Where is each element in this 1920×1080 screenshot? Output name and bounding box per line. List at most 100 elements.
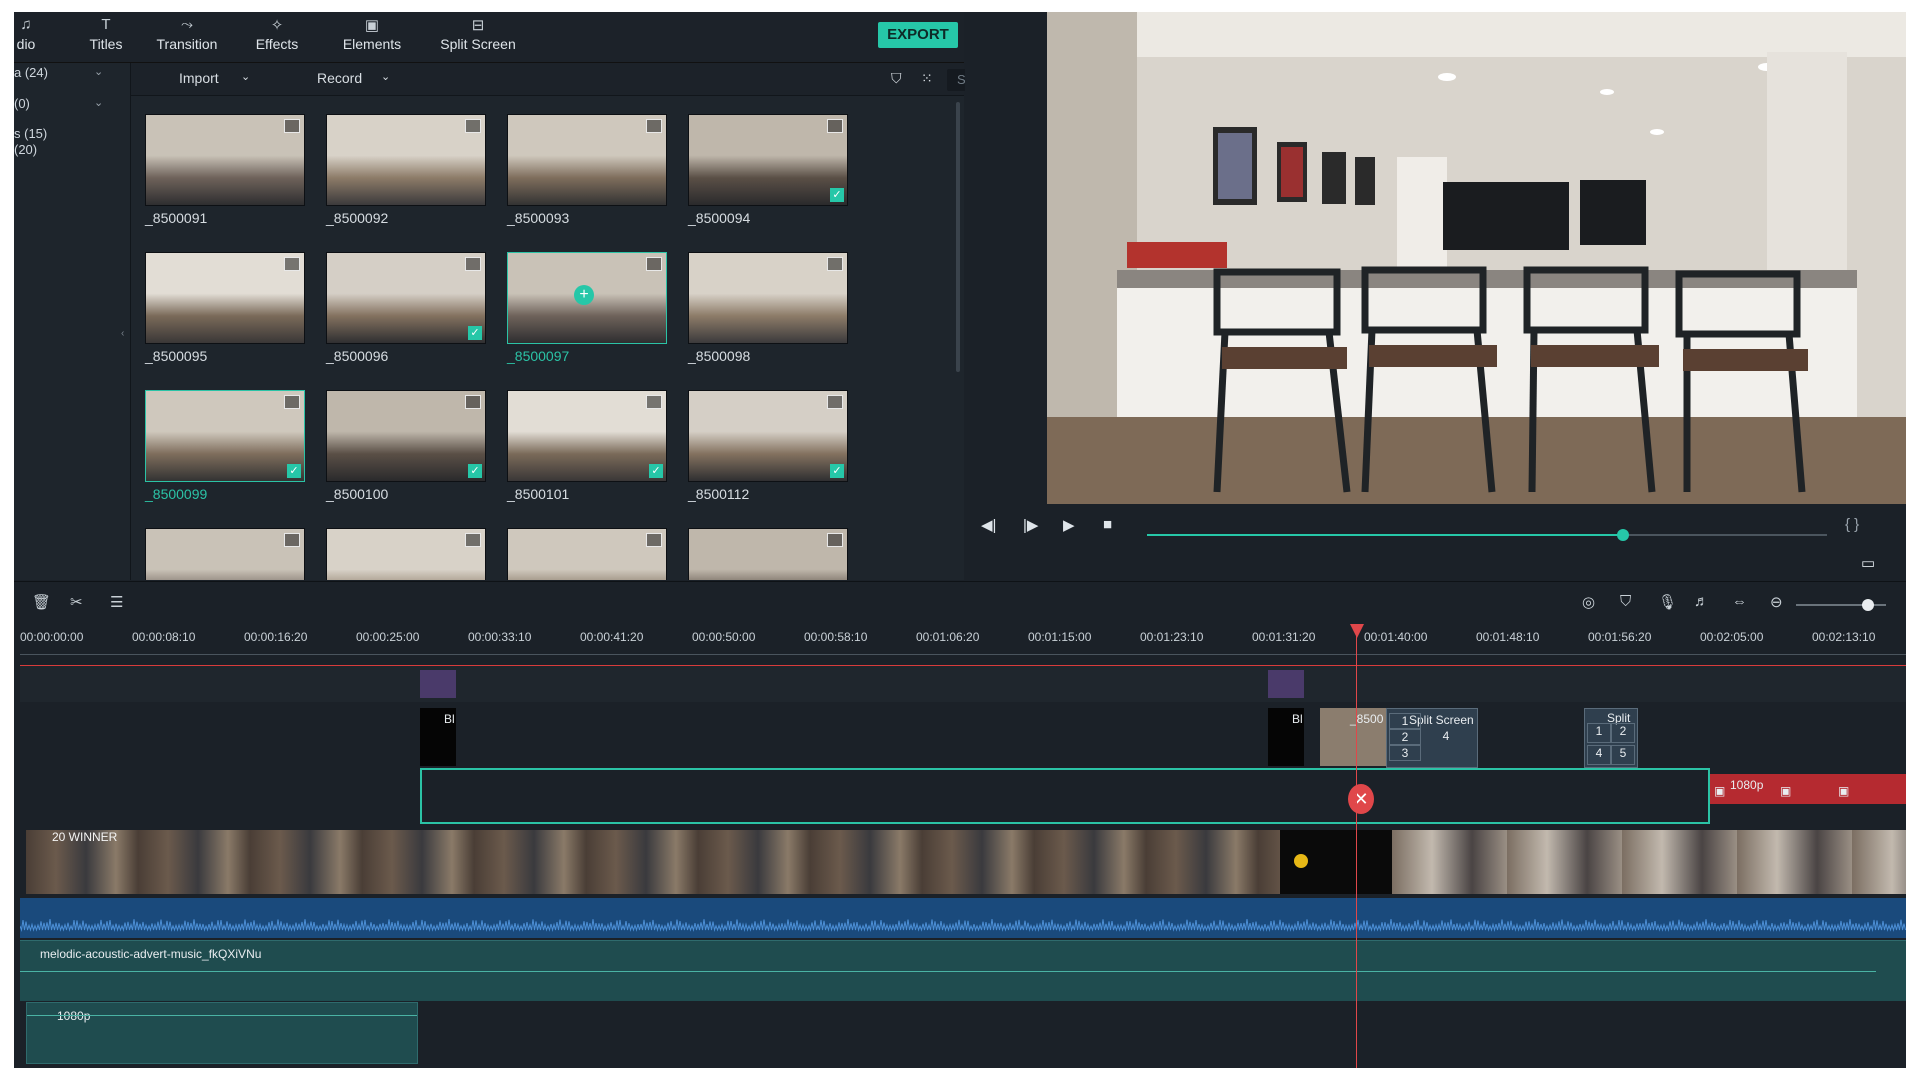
media-thumbnail[interactable] [326, 528, 486, 580]
cut-icon[interactable]: ✂ [70, 593, 83, 611]
chevron-down-icon[interactable]: ⌄ [241, 70, 250, 83]
category-item[interactable]: (0) ⌄ [14, 96, 103, 111]
tab-audio[interactable]: ♫ dio [14, 16, 38, 52]
video-clip[interactable] [1392, 830, 1906, 894]
thumbnail-image [327, 529, 485, 580]
tab-split-screen[interactable]: ⊟ Split Screen [428, 16, 528, 52]
media-thumbnail[interactable]: ✓ [326, 390, 486, 482]
category-item[interactable]: s (15) [14, 126, 47, 141]
track-bottom[interactable]: 1080p [20, 1002, 1906, 1064]
black-clip[interactable]: Bl [1268, 708, 1304, 766]
chevron-down-icon[interactable]: ⌄ [381, 70, 390, 83]
image-clip[interactable]: _8500 [1320, 708, 1386, 766]
checkmark-icon: ✓ [649, 464, 663, 478]
ruler-tick-label: 00:00:16:20 [244, 630, 308, 644]
volume-line[interactable] [27, 1015, 417, 1016]
media-thumbnail[interactable]: ✓ [145, 390, 305, 482]
add-icon[interactable]: + [574, 285, 594, 305]
display-settings-icon[interactable]: ▭ [1861, 554, 1875, 572]
music-track[interactable]: melodic-acoustic-advert-music_fkQXiVNu [20, 940, 1906, 1001]
mark-in-out[interactable]: { } [1845, 516, 1859, 533]
thumbnail-image [508, 115, 666, 205]
transition-clip[interactable] [420, 670, 456, 698]
black-clip[interactable]: Bl [420, 708, 456, 766]
transition-clip[interactable] [1268, 670, 1304, 698]
media-thumbnail[interactable]: ✓ [688, 114, 848, 206]
media-thumbnail[interactable] [145, 252, 305, 344]
overlay-clip[interactable]: 1080p [26, 1002, 418, 1064]
timeline-ruler[interactable]: 00:00:00:00 00:00:08:10 00:00:16:20 00:00:2… [20, 630, 1906, 660]
stop-icon[interactable]: ■ [1103, 516, 1112, 533]
zoom-slider-handle[interactable] [1862, 599, 1874, 611]
audio-mixer-icon[interactable]: ♬ [1694, 593, 1709, 610]
split-screen-clip[interactable]: Split Screen 1 2 3 4 [1386, 708, 1478, 768]
tab-titles[interactable]: T Titles [76, 16, 136, 52]
media-thumbnail[interactable] [326, 114, 486, 206]
render-icon[interactable]: ◎ [1582, 593, 1595, 611]
import-dropdown[interactable]: Import [179, 70, 219, 86]
chevron-down-icon[interactable]: ⌄ [94, 65, 103, 78]
progress-handle[interactable] [1617, 529, 1629, 541]
fit-icon[interactable]: ⇔ [1732, 593, 1747, 610]
media-thumbnail[interactable] [688, 252, 848, 344]
track-1[interactable] [20, 666, 1906, 702]
media-thumbnail[interactable]: + [507, 252, 667, 344]
media-name: _8500094 [688, 210, 751, 226]
logo-clip[interactable] [1280, 830, 1392, 894]
title-clip[interactable]: 1080p ▣ ▣ ▣ [1710, 774, 1906, 804]
track-2[interactable]: Bl Bl _8500 Split Screen 1 2 3 4 Split 1… [20, 704, 1906, 768]
media-thumbnail[interactable] [145, 114, 305, 206]
tab-elements[interactable]: ▣ Elements [332, 16, 412, 52]
ruler-tick-label: 00:00:33:10 [468, 630, 532, 644]
chevron-down-icon[interactable]: ⌄ [94, 96, 103, 109]
playback-progress[interactable] [1147, 529, 1827, 541]
volume-line[interactable] [20, 971, 1876, 972]
media-thumbnail[interactable]: ✓ [507, 390, 667, 482]
export-button[interactable]: EXPORT [878, 22, 958, 48]
media-thumbnail[interactable] [507, 528, 667, 580]
zoom-out-icon[interactable]: ⊖ [1770, 593, 1783, 611]
next-frame-icon[interactable]: |▶ [1023, 516, 1038, 534]
image-type-icon [465, 257, 481, 271]
audio-waveform-track[interactable] [19, 898, 1906, 938]
tab-effects[interactable]: ✧ Effects [242, 16, 312, 52]
track-3[interactable]: 1080p ▣ ▣ ▣ ✕ [20, 768, 1906, 828]
adjust-icon[interactable]: ☰ [110, 593, 123, 611]
category-item[interactable]: a (24) ⌄ [14, 65, 103, 80]
ruler-tick-label: 00:00:08:10 [132, 630, 196, 644]
split-marker-icon[interactable]: ✕ [1348, 784, 1374, 814]
media-thumbnail[interactable] [507, 114, 667, 206]
video-editor-app: ♫ dio T Titles ⤳ Transition ✧ Effects ▣ … [14, 12, 1906, 1068]
media-thumbnail[interactable] [145, 528, 305, 580]
microphone-icon[interactable]: 🎙 [1658, 593, 1677, 611]
record-dropdown[interactable]: Record [317, 70, 362, 86]
marker-icon[interactable]: ⛉ [1620, 593, 1631, 610]
image-type-icon [827, 533, 843, 547]
media-scrollbar[interactable] [956, 102, 960, 372]
media-name: _8500096 [326, 348, 389, 364]
grid-view-icon[interactable]: ⁙ [921, 70, 933, 87]
media-thumbnail[interactable]: ✓ [326, 252, 486, 344]
media-thumbnail[interactable] [688, 528, 848, 580]
split-screen-clip[interactable]: Split 1 2 4 5 [1584, 708, 1638, 768]
image-type-icon [284, 395, 300, 409]
zoom-slider[interactable] [1796, 599, 1886, 611]
media-name: _8500112 [688, 486, 750, 502]
video-clip[interactable]: 20 WINNER [26, 830, 1280, 894]
media-name: _8500101 [507, 486, 570, 502]
playhead[interactable] [1356, 630, 1357, 1068]
media-thumbnail[interactable]: ✓ [688, 390, 848, 482]
tab-transition[interactable]: ⤳ Transition [142, 16, 232, 52]
selected-range[interactable] [420, 768, 1710, 824]
delete-icon[interactable]: 🗑 [32, 593, 51, 611]
video-track[interactable]: 20 WINNER [20, 830, 1906, 896]
thumbnail-image [146, 253, 304, 343]
ruler-tick-label: 00:02:05:00 [1700, 630, 1764, 644]
play-icon[interactable]: ▶ [1063, 516, 1075, 534]
filter-icon[interactable]: ⛉ [891, 70, 902, 87]
media-name: _8500091 [145, 210, 208, 226]
previous-frame-icon[interactable]: ◀| [981, 516, 996, 534]
collapse-arrow-icon[interactable]: ‹ [121, 328, 124, 339]
playhead-handle[interactable] [1350, 624, 1364, 638]
category-item[interactable]: (20) [14, 142, 37, 157]
